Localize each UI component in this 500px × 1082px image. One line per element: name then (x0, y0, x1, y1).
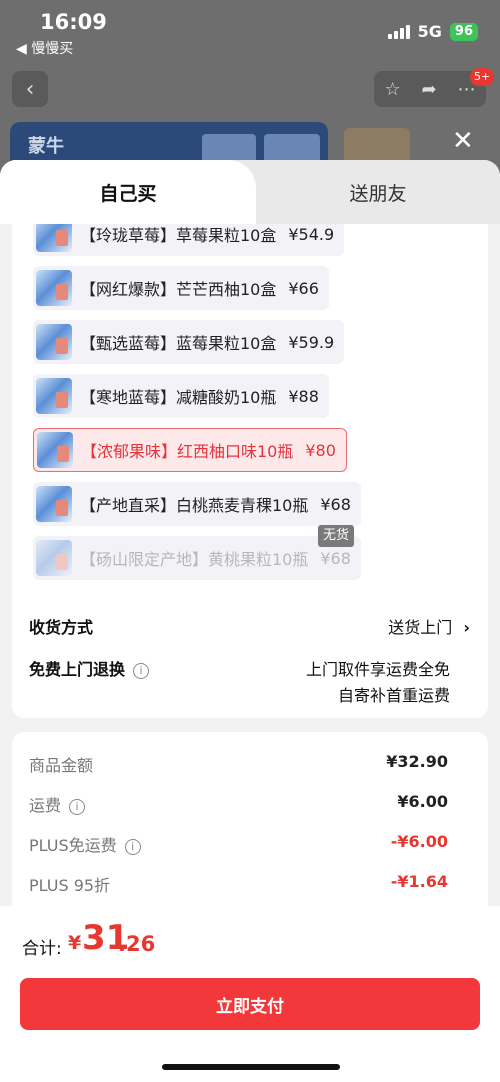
total-label: 合计: (22, 939, 62, 959)
variant-option[interactable]: 【甄选蓝莓】蓝莓果粒10盒 ¥59.9 (33, 320, 345, 364)
back-button: ‹ (12, 71, 48, 107)
delivery-method-selector[interactable]: 送货上门 › (388, 614, 470, 638)
status-time: 16:09 (40, 10, 107, 34)
fee-value: -¥1.64 (390, 872, 448, 891)
network-label: 5G (417, 22, 442, 41)
variant-option[interactable]: 【寒地蓝莓】减糖酸奶10瓶 ¥88 (33, 374, 329, 418)
tab-buy-for-self[interactable]: 自己买 (0, 160, 256, 224)
info-icon[interactable]: i (133, 662, 150, 679)
fee-value: ¥6.00 (397, 792, 448, 811)
share-icon: ➦ (421, 78, 437, 100)
free-return-desc-2: 自寄补首重运费 (337, 686, 450, 705)
variant-option[interactable]: 【网红爆款】芒芒西柚10盒 ¥66 (33, 266, 329, 310)
variant-option-disabled: 【砀山限定产地】黄桃果粒10瓶 ¥68 (33, 536, 361, 580)
home-indicator (162, 1064, 340, 1070)
variant-name: 【寒地蓝莓】减糖酸奶10瓶 (80, 388, 277, 407)
notification-badge: 5+ (470, 68, 495, 86)
fee-label: PLUS免运费 (29, 836, 117, 855)
fee-row: PLUS免运费 i (29, 832, 141, 856)
variant-thumbnail (36, 486, 72, 522)
delivery-method-label: 收货方式 (29, 618, 94, 637)
variant-thumbnail (36, 270, 72, 306)
fee-breakdown-card: 商品金额 ¥32.90 运费 i ¥6.00 PLUS免运费 i -¥6.00 PL… (12, 732, 488, 932)
info-icon[interactable]: i (124, 838, 141, 855)
variant-name: 【甄选蓝莓】蓝莓果粒10盒 (80, 334, 277, 353)
variant-price: ¥80 (305, 440, 336, 460)
checkout-bar: 合计: ¥ 31 .26 立即支付 (0, 906, 500, 1082)
tab-bar: 自己买 送朋友 (0, 160, 500, 224)
variant-option[interactable]: 【玲珑草莓】草莓果粒10盒 ¥54.9 (33, 224, 345, 256)
status-indicators: 5G 96 (387, 22, 478, 41)
variant-thumbnail (36, 378, 72, 414)
variant-thumbnail (37, 432, 73, 468)
variant-option[interactable]: 【产地直采】白桃燕麦青稞10瓶 ¥68 (33, 482, 361, 526)
total-currency: ¥ (68, 932, 82, 954)
chevron-right-icon: › (463, 618, 470, 637)
variant-name: 【砀山限定产地】黄桃果粒10瓶 (80, 550, 309, 569)
tab-gift-friend[interactable]: 送朋友 (256, 160, 500, 224)
variant-price: ¥59.9 (288, 332, 335, 352)
variant-price: ¥88 (288, 386, 319, 406)
variant-thumbnail (36, 540, 72, 576)
free-return-desc-1: 上门取件享运费全免 (305, 660, 450, 679)
pay-now-button[interactable]: 立即支付 (20, 978, 480, 1030)
status-bar: 16:09 ◀ 慢慢买 5G 96 (0, 0, 500, 66)
battery-icon: 96 (449, 22, 478, 41)
info-icon[interactable]: i (69, 798, 86, 815)
delivery-method-value: 送货上门 (388, 618, 453, 637)
variant-name: 【玲珑草莓】草莓果粒10盒 (80, 226, 277, 245)
free-return-row: 免费上门退换 i (29, 656, 150, 680)
close-icon[interactable]: ✕ (452, 126, 474, 156)
fee-value: -¥6.00 (390, 832, 448, 851)
free-return-label: 免费上门退换 (29, 660, 126, 679)
variant-name: 【浓郁果味】红西柚口味10瓶 (81, 442, 294, 461)
variant-name: 【网红爆款】芒芒西柚10盒 (80, 280, 277, 299)
fee-label: 商品金额 (29, 756, 94, 775)
fee-value: ¥32.90 (386, 752, 448, 771)
out-of-stock-badge: 无货 (318, 525, 355, 547)
star-icon: ☆ (384, 78, 401, 100)
total-decimal: .26 (118, 932, 156, 956)
fee-label: PLUS 95折 (29, 876, 111, 895)
chevron-left-icon: ‹ (25, 76, 35, 102)
variant-thumbnail (36, 324, 72, 360)
variant-price: ¥68 (320, 548, 351, 568)
variant-option-selected[interactable]: 【浓郁果味】红西柚口味10瓶 ¥80 (33, 428, 347, 472)
variant-price: ¥54.9 (288, 224, 335, 244)
fee-row: 运费 i (29, 792, 86, 816)
variant-price: ¥68 (320, 494, 351, 514)
fee-label: 运费 (29, 796, 62, 815)
product-options-card: 【玲珑草莓】草莓果粒10盒 ¥54.9 【网红爆款】芒芒西柚10盒 ¥66 【甄… (12, 224, 488, 718)
back-to-app-link[interactable]: ◀ 慢慢买 (16, 38, 73, 58)
signal-icon (387, 24, 410, 39)
variant-price: ¥66 (288, 278, 319, 298)
variant-name: 【产地直采】白桃燕麦青稞10瓶 (80, 496, 309, 515)
brand-logo: 蒙牛 (28, 136, 64, 157)
variant-thumbnail (36, 224, 72, 252)
